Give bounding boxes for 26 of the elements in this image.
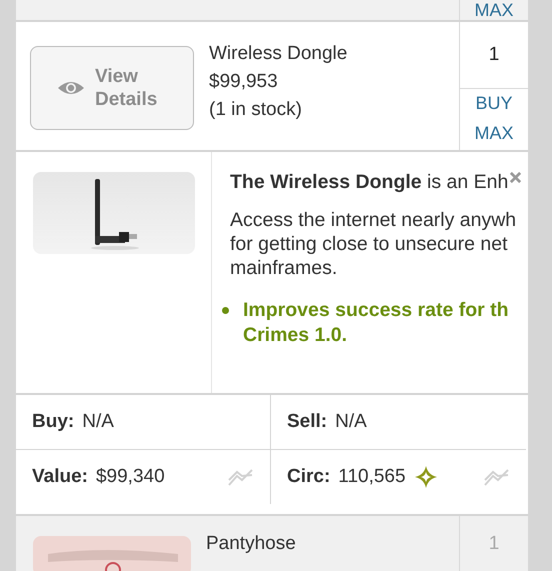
max-link[interactable]: MAX (474, 0, 514, 20)
description-text: Access the internet nearly anywh for getting close to unsecure net mainframes. (230, 208, 518, 280)
stat-value: $99,340 (96, 466, 165, 488)
view-details-button[interactable]: View Details (30, 46, 194, 130)
stat-label: Buy: (32, 411, 74, 433)
stat-value: 110,565 (338, 466, 406, 488)
stat-label: Value: (32, 466, 88, 488)
chart-icon[interactable] (484, 467, 510, 487)
item-name: Wireless Dongle (209, 42, 348, 66)
stat-value: N/A (82, 411, 114, 433)
stat-label: Sell: (287, 411, 328, 433)
stock-count: (1 in stock) (209, 98, 303, 122)
buy-link[interactable]: BUY (475, 93, 512, 113)
close-icon[interactable] (509, 171, 522, 184)
chart-icon[interactable] (228, 467, 254, 487)
stat-value: N/A (335, 411, 367, 433)
effect-text: Improves success rate for th Crimes 1.0. (243, 298, 509, 348)
item-price: $99,953 (209, 70, 279, 94)
item-name: Pantyhose (206, 532, 296, 556)
stat-label: Circ: (287, 466, 330, 488)
max-link[interactable]: MAX (474, 123, 514, 143)
quantity-value[interactable]: 1 (488, 44, 500, 66)
item-description: The Wireless Dongle is an Enh (230, 170, 508, 194)
bullet-icon (222, 307, 229, 314)
star-icon (414, 465, 438, 489)
eye-icon (57, 79, 85, 97)
